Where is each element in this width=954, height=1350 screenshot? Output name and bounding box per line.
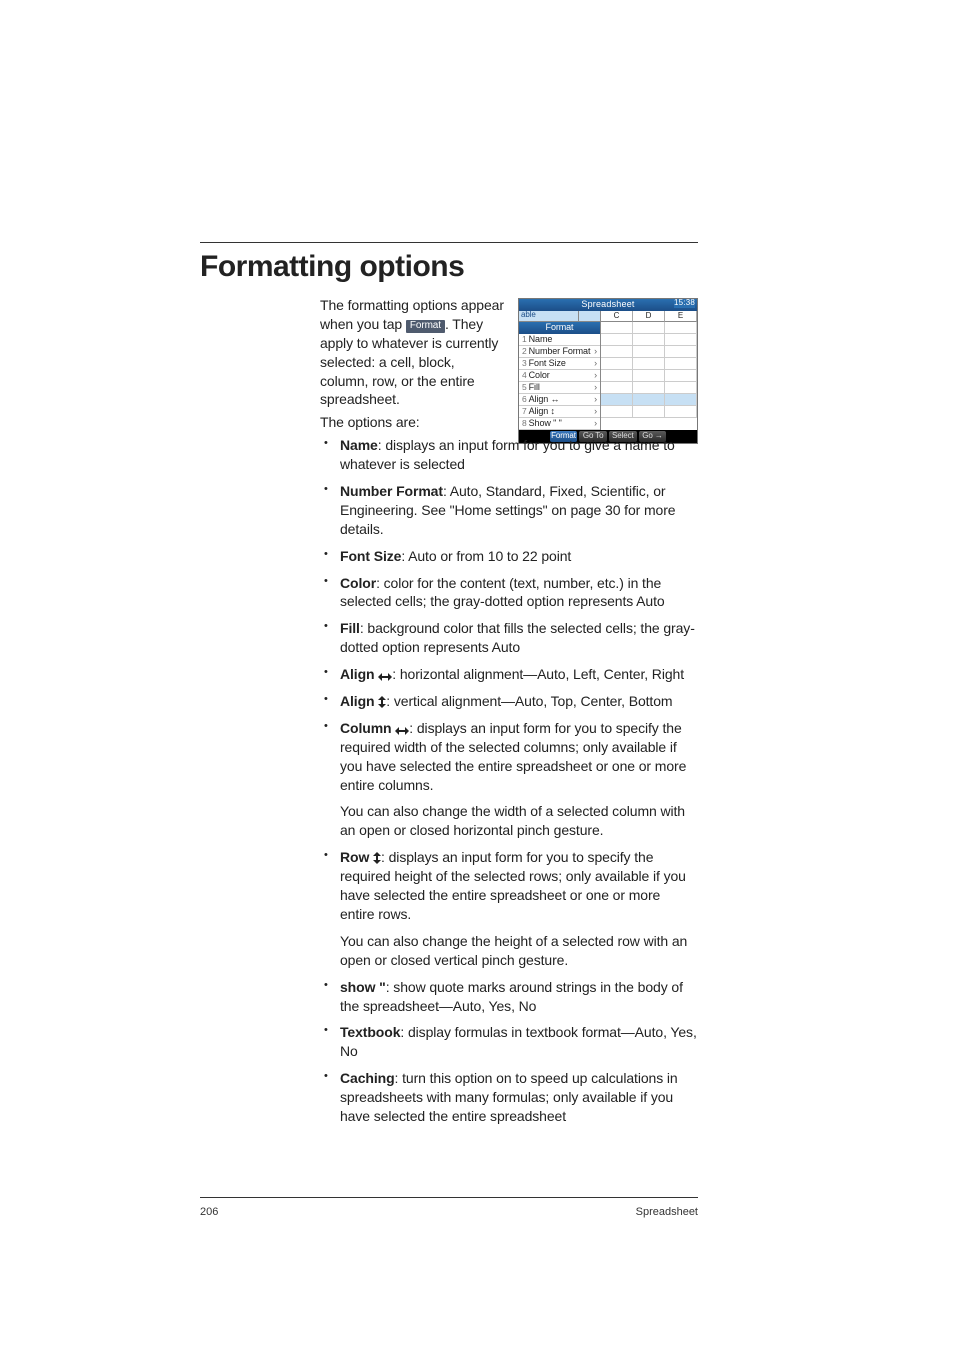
calculator-screenshot: Spreadsheet 15:38 able C D E Format 1Nam… [518, 298, 698, 444]
screenshot-time: 15:38 [674, 299, 695, 308]
option-column-extra: You can also change the width of a selec… [340, 802, 698, 840]
heading-formatting-options: Formatting options [200, 250, 744, 284]
option-number-format: Number Format: Auto, Standard, Fixed, Sc… [320, 482, 698, 539]
option-align-horizontal: Align : horizontal alignment—Auto, Left,… [320, 665, 698, 684]
page-number: 206 [200, 1206, 218, 1218]
intro-options-are: The options are: [320, 413, 506, 432]
option-font-size: Font Size: Auto or from 10 to 22 point [320, 547, 698, 566]
screenshot-titlebar: Spreadsheet 15:38 [519, 299, 697, 311]
double-arrow-horizontal-icon [378, 673, 392, 681]
option-row: Row : displays an input form for you to … [320, 848, 698, 969]
double-arrow-horizontal-icon [395, 727, 409, 735]
option-caching: Caching: turn this option on to speed up… [320, 1069, 698, 1126]
double-arrow-vertical-icon [373, 852, 381, 864]
option-name: Name: displays an input form for you to … [320, 436, 698, 474]
options-list: Name: displays an input form for you to … [320, 436, 698, 1126]
intro-paragraph: The formatting options appear when you t… [320, 296, 506, 409]
chapter-name: Spreadsheet [636, 1206, 698, 1218]
screenshot-grid [601, 322, 697, 430]
format-button-label: Format [406, 320, 445, 333]
option-fill: Fill: background color that fills the se… [320, 619, 698, 657]
option-column: Column : displays an input form for you … [320, 719, 698, 840]
top-rule [200, 242, 698, 243]
option-show-quotes: show ": show quote marks around strings … [320, 978, 698, 1016]
option-align-vertical: Align : vertical alignment—Auto, Top, Ce… [320, 692, 698, 711]
option-row-extra: You can also change the height of a sele… [340, 932, 698, 970]
screenshot-column-headers: able C D E [519, 311, 697, 322]
bottom-rule [200, 1197, 698, 1198]
screenshot-format-menu: Format 1Name 2Number Format› 3Font Size›… [519, 322, 601, 430]
option-color: Color: color for the content (text, numb… [320, 574, 698, 612]
option-textbook: Textbook: display formulas in textbook f… [320, 1023, 698, 1061]
